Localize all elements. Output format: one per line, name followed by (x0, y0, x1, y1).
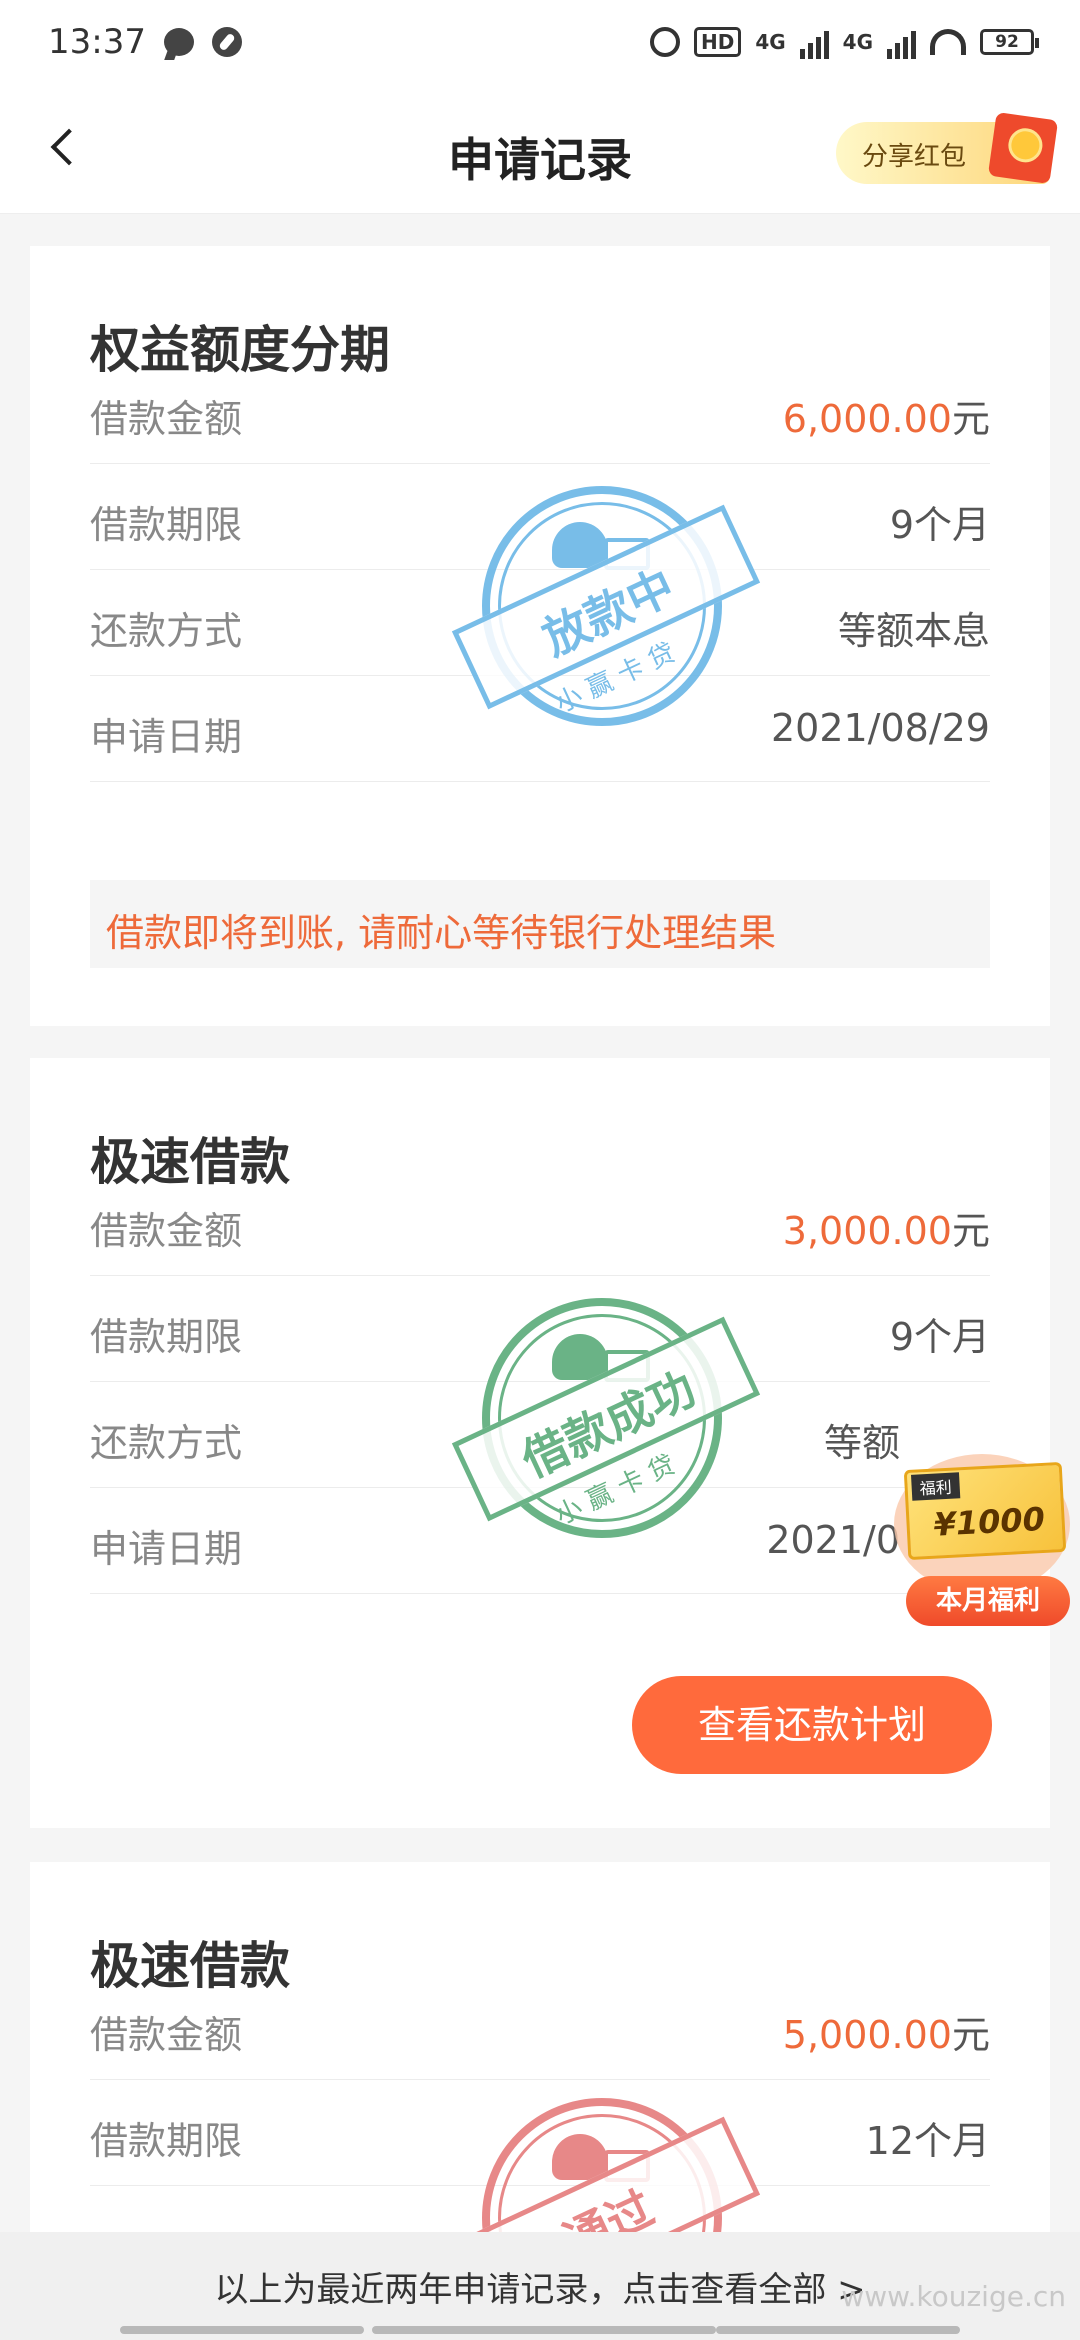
term-label: 借款期限 (90, 1315, 243, 1359)
signal-icon (799, 25, 829, 59)
amount-number: 6,000.00 (782, 397, 952, 441)
term-label: 借款期限 (90, 503, 243, 547)
notice-text: 借款即将到账, 请耐心等待银行处理结果 (106, 911, 777, 955)
welfare-label: 本月福利 (906, 1576, 1070, 1626)
method-label: 还款方式 (90, 609, 243, 653)
alarm-icon (649, 27, 680, 57)
amount-value: 5,000.00元 (783, 2004, 990, 2059)
hd-icon: HD (693, 27, 742, 57)
record-card[interactable]: 极速借款 借款金额 5,000.00元 借款期限 12个月 通过 (30, 1862, 1050, 2232)
battery-icon: 92 (980, 29, 1039, 55)
watermark: www.kouzige.cn (841, 2280, 1066, 2313)
welfare-coupon-icon: 福利 ¥1000 (903, 1461, 1067, 1561)
gesture-bar (716, 2326, 960, 2334)
method-value: 等额 (823, 1421, 900, 1465)
amount-number: 5,000.00 (782, 2013, 952, 2057)
date-value: 2021/08/29 (770, 706, 990, 750)
red-packet-icon (987, 111, 1059, 185)
term-value: 9个月 (889, 503, 990, 547)
welfare-amount: ¥1000 (932, 1499, 1046, 1544)
status-stamp: 放款中 小赢卡贷 (451, 486, 761, 726)
term-label: 借款期限 (90, 2119, 243, 2163)
amount-value: 3,000.00元 (783, 1200, 990, 1255)
record-card[interactable]: 权益额度分期 借款金额 6,000.00元 借款期限 9个月 还款方式 等额本息… (30, 246, 1050, 1026)
amount-row: 借款金额 5,000.00元 (90, 1974, 990, 2080)
date-label: 申请日期 (90, 715, 243, 759)
monthly-welfare-badge[interactable]: 福利 ¥1000 本月福利 (894, 1454, 1080, 1634)
nav-bar: 申请记录 分享红包 (0, 84, 1080, 214)
view-repayment-plan-button[interactable]: 查看还款计划 (632, 1676, 992, 1774)
amount-unit: 元 (951, 397, 990, 441)
compass-icon (211, 27, 242, 57)
method-label: 还款方式 (90, 1421, 243, 1465)
amount-label: 借款金额 (90, 397, 243, 441)
gesture-bar (372, 2326, 716, 2334)
status-left: 13:37 (48, 22, 242, 62)
amount-label: 借款金额 (90, 2013, 243, 2057)
signal-icon (887, 25, 916, 59)
status-stamp: 借款成功 小赢卡贷 (451, 1298, 761, 1538)
gesture-bar (120, 2326, 364, 2334)
term-value: 12个月 (865, 2119, 990, 2163)
date-label: 申请日期 (90, 1527, 243, 1571)
amount-label: 借款金额 (90, 1209, 243, 1253)
network-label-2: 4G (842, 30, 873, 54)
bottom-bar: 以上为最近两年申请记录，点击查看全部 > www.kouzige.cn (0, 2232, 1080, 2340)
method-value: 等额本息 (837, 609, 990, 653)
welfare-tag: 福利 (911, 1472, 961, 1501)
record-card[interactable]: 极速借款 借款金额 3,000.00元 借款期限 9个月 还款方式 等额 申请日… (30, 1058, 1050, 1828)
share-label: 分享红包 (862, 142, 967, 172)
amount-unit: 元 (951, 1209, 990, 1253)
status-bar: 13:37 HD 4G 4G 92 (0, 0, 1080, 84)
wifi-icon (930, 29, 966, 55)
status-time: 13:37 (48, 22, 146, 62)
amount-value: 6,000.00元 (783, 388, 990, 443)
term-value: 9个月 (889, 1315, 990, 1359)
chat-icon (163, 28, 194, 56)
amount-row: 借款金额 3,000.00元 (90, 1170, 990, 1276)
status-right: HD 4G 4G 92 (649, 25, 1039, 59)
share-red-packet-button[interactable]: 分享红包 (836, 111, 1059, 185)
amount-row: 借款金额 6,000.00元 (90, 358, 990, 464)
network-label-1: 4G (755, 30, 786, 54)
notice-box: 借款即将到账, 请耐心等待银行处理结果 (90, 880, 990, 968)
date-value: 2021/0 (766, 1518, 900, 1562)
amount-unit: 元 (951, 2013, 990, 2057)
amount-number: 3,000.00 (782, 1209, 952, 1253)
